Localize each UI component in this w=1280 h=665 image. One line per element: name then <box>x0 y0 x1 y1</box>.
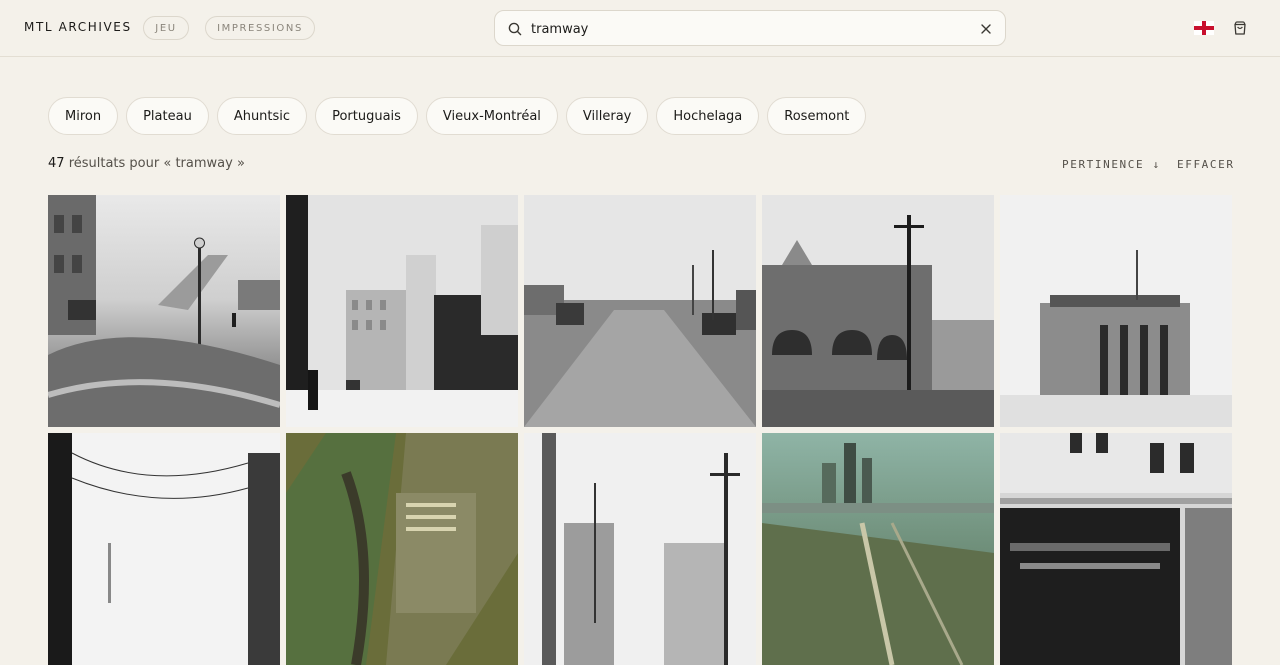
sort-button[interactable]: PERTINENCE ↓ <box>1062 158 1161 171</box>
chip-rosemont[interactable]: Rosemont <box>767 97 867 135</box>
nav-jeu[interactable]: JEU <box>143 16 189 40</box>
brand-logo[interactable]: MTL ARCHIVES <box>24 20 132 34</box>
photo-image <box>48 433 280 665</box>
search-input[interactable] <box>531 18 951 40</box>
results-text: résultats pour « tramway » <box>68 156 245 171</box>
photo-card[interactable] <box>1000 433 1232 665</box>
neighbourhood-chips: Miron Plateau Ahuntsic Portuguais Vieux-… <box>48 97 867 135</box>
photo-image <box>524 195 756 427</box>
search-bar <box>494 10 1006 46</box>
photo-card[interactable] <box>762 195 994 427</box>
photo-card[interactable] <box>48 433 280 665</box>
chip-plateau[interactable]: Plateau <box>126 97 209 135</box>
chip-vieux-montreal[interactable]: Vieux-Montréal <box>425 97 558 135</box>
chip-portuguais[interactable]: Portuguais <box>315 97 418 135</box>
photo-card[interactable] <box>762 433 994 665</box>
photo-image <box>48 195 280 427</box>
chip-ahuntsic[interactable]: Ahuntsic <box>216 97 308 135</box>
photo-card[interactable] <box>524 195 756 427</box>
photo-image <box>1000 433 1232 665</box>
photo-grid <box>48 195 1232 665</box>
header: MTL ARCHIVES JEU IMPRESSIONS <box>0 0 1280 57</box>
photo-card[interactable] <box>48 195 280 427</box>
england-flag-icon[interactable] <box>1194 21 1214 35</box>
photo-card[interactable] <box>524 433 756 665</box>
results-count: 47 <box>48 156 65 171</box>
photo-image <box>762 433 994 665</box>
nav-impressions[interactable]: IMPRESSIONS <box>205 16 315 40</box>
photo-card[interactable] <box>1000 195 1232 427</box>
search-icon <box>508 22 522 36</box>
chip-villeray[interactable]: Villeray <box>565 97 649 135</box>
chip-hochelaga[interactable]: Hochelaga <box>656 97 760 135</box>
clear-filters-button[interactable]: EFFACER <box>1177 158 1235 171</box>
close-icon[interactable] <box>979 22 993 36</box>
photo-image <box>286 195 518 427</box>
photo-card[interactable] <box>286 195 518 427</box>
photo-card[interactable] <box>286 433 518 665</box>
photo-image <box>1000 195 1232 427</box>
photo-image <box>286 433 518 665</box>
shopping-bag-icon[interactable] <box>1232 20 1248 36</box>
photo-image <box>524 433 756 665</box>
results-summary: 47 résultats pour « tramway » <box>48 156 245 171</box>
chip-miron[interactable]: Miron <box>48 97 119 135</box>
photo-image <box>762 195 994 427</box>
